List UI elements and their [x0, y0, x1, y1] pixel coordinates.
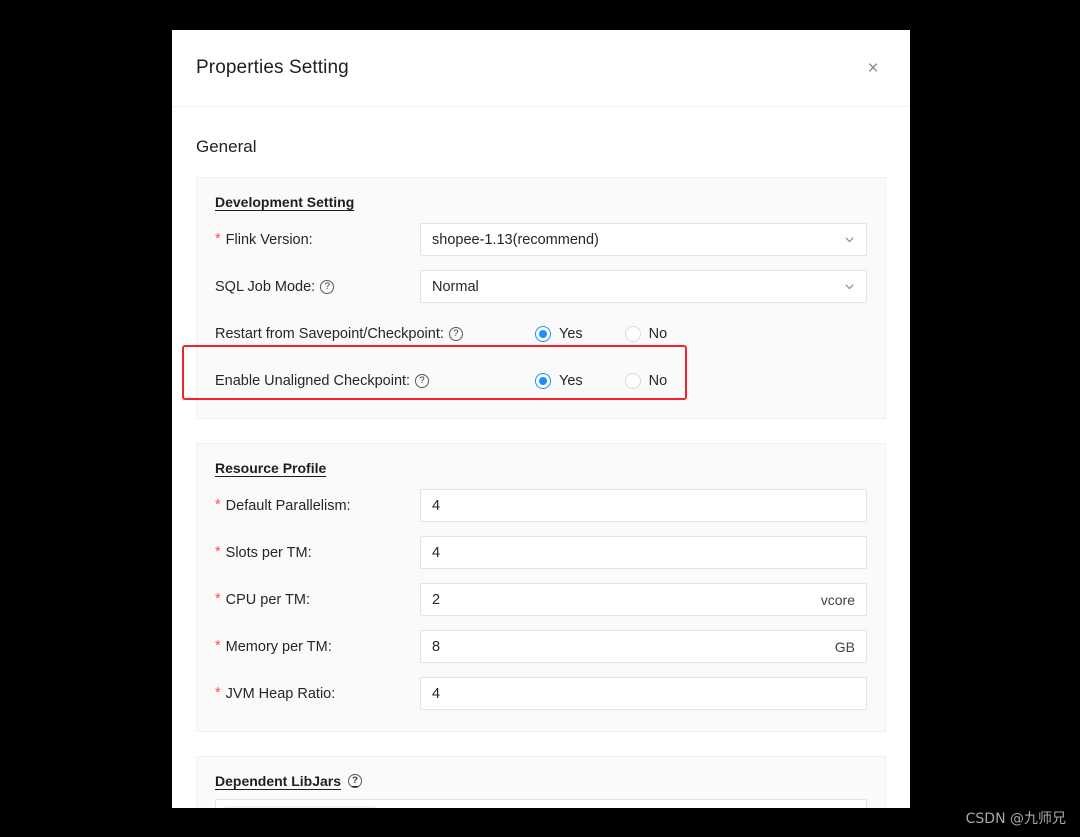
panel-heading-label: Dependent LibJars	[215, 773, 342, 789]
label-cpu-per-tm: * CPU per TM:	[215, 592, 420, 608]
radio-label: No	[648, 325, 668, 342]
required-asterisk: *	[215, 591, 221, 608]
form-row-memory-per-tm: * Memory per TM: 8 GB	[215, 623, 867, 670]
input-suffix: GB	[834, 638, 855, 655]
form-row-default-parallelism: * Default Parallelism: 4	[215, 482, 867, 529]
radio-unaligned-yes[interactable]: Yes	[535, 372, 583, 389]
label-enable-unaligned-checkpoint: Enable Unaligned Checkpoint: ?	[215, 373, 535, 389]
required-asterisk: *	[215, 544, 221, 561]
label-memory-per-tm: * Memory per TM:	[215, 639, 420, 655]
chevron-down-icon	[845, 284, 854, 290]
select-sql-job-mode-value: Normal	[432, 278, 479, 295]
input-suffix: vcore	[820, 591, 855, 608]
select-flink-version[interactable]: shopee-1.13(recommend)	[420, 223, 867, 256]
radio-label: No	[648, 372, 668, 389]
libjar-tag[interactable]: very-big-state-01.jar ×	[224, 805, 377, 808]
form-row-cpu-per-tm: * CPU per TM: 2 vcore	[215, 576, 867, 623]
radio-mark	[624, 372, 641, 389]
label-text: Default Parallelism:	[225, 497, 351, 514]
radio-label: Yes	[559, 372, 583, 389]
page-title: Properties Setting	[196, 57, 349, 78]
select-flink-version-value: shopee-1.13(recommend)	[432, 231, 599, 248]
input-value: 4	[432, 685, 441, 702]
close-icon[interactable]: ×	[860, 55, 886, 81]
radio-group-restart-from-savepoint: Yes No	[535, 325, 709, 342]
select-sql-job-mode[interactable]: Normal	[420, 270, 867, 303]
form-row-slots-per-tm: * Slots per TM: 4	[215, 529, 867, 576]
radio-group-enable-unaligned-checkpoint: Yes No	[535, 372, 709, 389]
input-jvm-heap-ratio[interactable]: 4	[420, 677, 867, 710]
chevron-down-icon	[845, 237, 854, 243]
label-text: JVM Heap Ratio:	[225, 685, 336, 702]
input-value: 4	[432, 497, 441, 514]
input-slots-per-tm[interactable]: 4	[420, 536, 867, 569]
panel-development-setting: Development Setting * Flink Version: sho…	[196, 177, 886, 419]
input-cpu-per-tm[interactable]: 2 vcore	[420, 583, 867, 616]
help-icon[interactable]: ?	[348, 774, 363, 788]
form-row-sql-job-mode: SQL Job Mode: ? Normal	[215, 263, 867, 310]
input-value: 4	[432, 544, 441, 561]
help-icon[interactable]: ?	[320, 279, 335, 294]
panel-heading-development: Development Setting	[215, 194, 867, 210]
required-asterisk: *	[215, 231, 221, 248]
panel-heading-label: Development Setting	[215, 194, 355, 210]
form-row-jvm-heap-ratio: * JVM Heap Ratio: 4	[215, 670, 867, 717]
input-default-parallelism[interactable]: 4	[420, 489, 867, 522]
label-text: SQL Job Mode:	[215, 278, 316, 295]
radio-mark	[624, 325, 641, 342]
label-slots-per-tm: * Slots per TM:	[215, 545, 420, 561]
properties-setting-modal: Properties Setting × General Development…	[172, 30, 910, 808]
label-default-parallelism: * Default Parallelism:	[215, 498, 420, 514]
panel-dependent-libjars: Dependent LibJars ? very-big-state-01.ja…	[196, 756, 886, 808]
panel-heading-resource: Resource Profile	[215, 460, 867, 476]
input-value: 8	[432, 638, 441, 655]
label-text: CPU per TM:	[225, 591, 310, 608]
required-asterisk: *	[215, 685, 221, 702]
form-row-enable-unaligned-checkpoint: Enable Unaligned Checkpoint: ? Yes No	[215, 357, 867, 404]
form-row-restart-from-savepoint: Restart from Savepoint/Checkpoint: ? Yes…	[215, 310, 867, 357]
panel-heading-label: Resource Profile	[215, 460, 327, 476]
watermark: CSDN @九师兄	[965, 811, 1066, 827]
input-value: 2	[432, 591, 441, 608]
radio-restart-no[interactable]: No	[624, 325, 668, 342]
label-text: Flink Version:	[225, 231, 313, 248]
input-dependent-libjars[interactable]: very-big-state-01.jar ×	[215, 799, 867, 808]
label-text: Slots per TM:	[225, 544, 312, 561]
label-sql-job-mode: SQL Job Mode: ?	[215, 279, 420, 295]
label-text: Restart from Savepoint/Checkpoint:	[215, 325, 444, 342]
label-text: Memory per TM:	[225, 638, 332, 655]
modal-body: General Development Setting * Flink Vers…	[172, 137, 910, 808]
radio-mark	[535, 372, 551, 389]
form-row-flink-version: * Flink Version: shopee-1.13(recommend)	[215, 216, 867, 263]
required-asterisk: *	[215, 497, 221, 514]
required-asterisk: *	[215, 638, 221, 655]
modal-header: Properties Setting ×	[172, 30, 910, 107]
radio-restart-yes[interactable]: Yes	[535, 325, 583, 342]
label-flink-version: * Flink Version:	[215, 232, 420, 248]
radio-mark	[535, 325, 551, 342]
section-title-general: General	[196, 137, 257, 156]
radio-unaligned-no[interactable]: No	[624, 372, 668, 389]
input-memory-per-tm[interactable]: 8 GB	[420, 630, 867, 663]
help-icon[interactable]: ?	[448, 326, 463, 341]
panel-resource-profile: Resource Profile * Default Parallelism: …	[196, 443, 886, 732]
help-icon[interactable]: ?	[415, 373, 430, 388]
label-jvm-heap-ratio: * JVM Heap Ratio:	[215, 686, 420, 702]
label-text: Enable Unaligned Checkpoint:	[215, 372, 411, 389]
panel-heading-libjars: Dependent LibJars ?	[215, 773, 867, 789]
label-restart-from-savepoint: Restart from Savepoint/Checkpoint: ?	[215, 326, 535, 342]
radio-label: Yes	[559, 325, 583, 342]
